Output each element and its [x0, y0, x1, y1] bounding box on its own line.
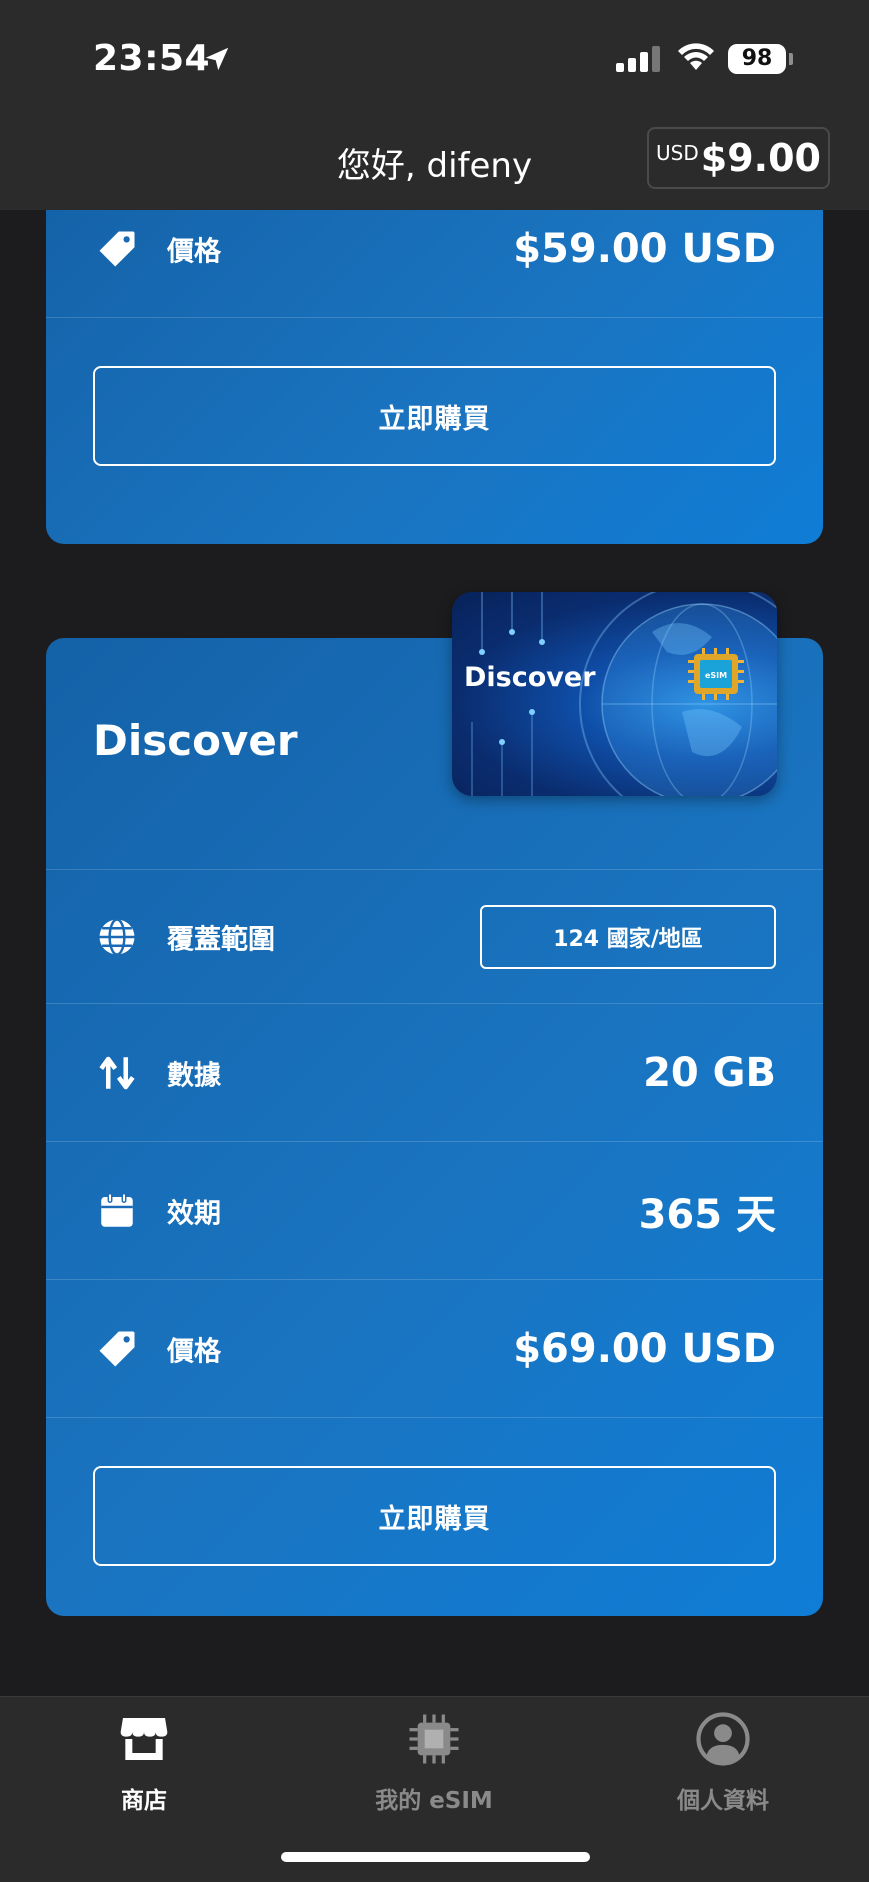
plan-name: Discover — [93, 716, 298, 765]
wallet-balance-button[interactable]: USD $9.00 — [647, 127, 830, 189]
battery-indicator: 98 — [728, 44, 786, 74]
home-indicator — [281, 1852, 590, 1862]
buy-now-button[interactable]: 立即購買 — [93, 366, 776, 466]
globe-icon — [99, 917, 135, 956]
plan-card-discover: Discover eSIM Discover 覆蓋範圍 124 國家/地區 數據… — [46, 592, 823, 1616]
balance-currency: USD — [656, 141, 699, 165]
coverage-label: 覆蓋範圍 — [167, 924, 275, 955]
profile-icon — [696, 1712, 750, 1766]
wifi-icon — [678, 43, 714, 70]
battery-nub — [789, 53, 793, 65]
price-label: 價格 — [167, 1336, 221, 1367]
tab-store[interactable]: 商店 — [44, 1711, 244, 1815]
price-tag-icon — [99, 231, 135, 266]
tab-label-profile: 個人資料 — [677, 1788, 769, 1814]
plan-card-image-label: Discover — [464, 662, 596, 693]
buy-now-button[interactable]: 立即購買 — [93, 1466, 776, 1566]
coverage-row: 覆蓋範圍 124 國家/地區 — [46, 870, 823, 1004]
header-bar: 您好, difeny USD $9.00 — [0, 110, 869, 210]
plan-list[interactable]: 價格 $59.00 USD 立即購買 Discover eSIM Discove… — [0, 210, 869, 1696]
price-row: 價格 $69.00 USD — [46, 1280, 823, 1418]
tab-label-store: 商店 — [121, 1788, 167, 1814]
balance-amount: $9.00 — [700, 136, 821, 180]
plan-card-image: eSIM Discover — [452, 592, 777, 796]
price-value: $69.00 USD — [513, 1325, 776, 1372]
price-value: $59.00 USD — [513, 225, 776, 272]
price-label: 價格 — [167, 236, 221, 267]
calendar-icon — [101, 1192, 133, 1227]
coverage-countries-button[interactable]: 124 國家/地區 — [480, 904, 776, 969]
data-value: 20 GB — [643, 1049, 776, 1096]
tab-label-my-esim: 我的 eSIM — [375, 1788, 493, 1814]
data-row: 數據 20 GB — [46, 1004, 823, 1142]
price-tag-icon — [99, 1331, 135, 1366]
status-time: 23:54 — [93, 38, 211, 79]
tab-my-esim[interactable]: 我的 eSIM — [334, 1711, 534, 1815]
status-bar: 23:54 98 — [0, 0, 869, 110]
store-icon — [120, 1718, 168, 1760]
svg-text:eSIM: eSIM — [705, 671, 727, 680]
data-transfer-icon — [99, 1056, 135, 1089]
cellular-signal-icon — [616, 46, 660, 72]
location-arrow-icon — [205, 47, 229, 71]
tab-profile[interactable]: 個人資料 — [623, 1711, 823, 1815]
price-row: 價格 $59.00 USD — [46, 210, 823, 318]
chip-icon — [409, 1714, 459, 1764]
validity-row: 效期 365 天 — [46, 1142, 823, 1280]
validity-label: 效期 — [167, 1198, 221, 1229]
data-label: 數據 — [167, 1060, 221, 1091]
globe-network-graphic: eSIM — [471, 592, 777, 796]
plan-card: 價格 $59.00 USD 立即購買 — [46, 210, 823, 544]
validity-value: 365 天 — [638, 1191, 776, 1238]
